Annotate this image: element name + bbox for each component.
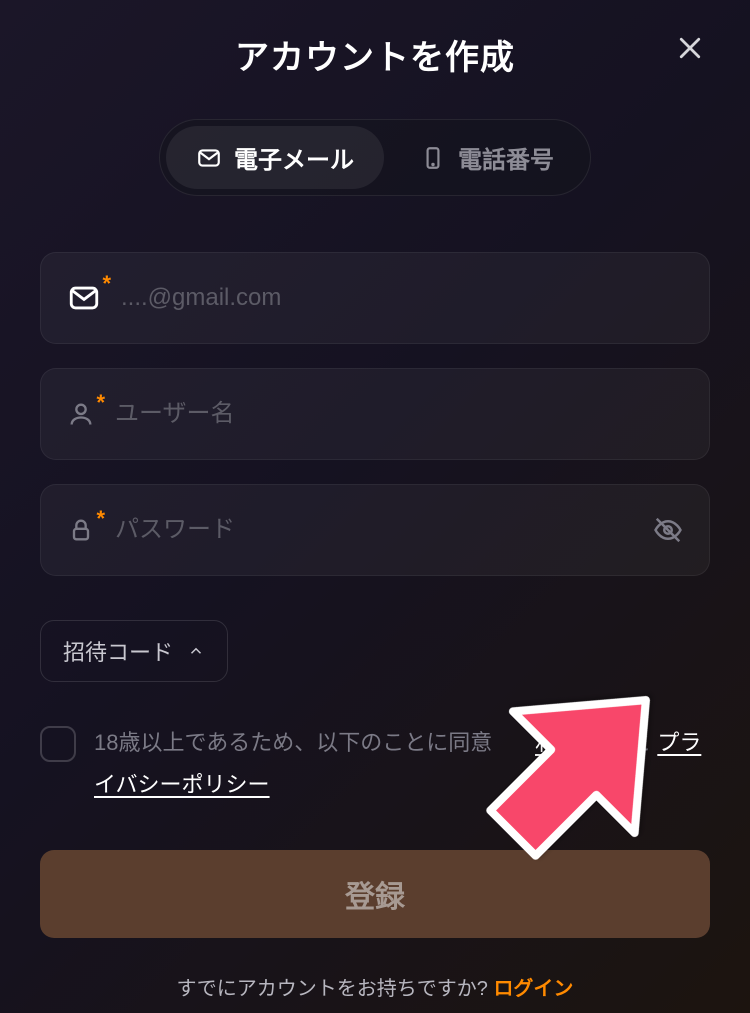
method-tabs: 電子メール 電話番号: [159, 119, 591, 196]
invite-code-label: 招待コード: [63, 635, 173, 667]
terms-link[interactable]: 利用規約: [535, 730, 623, 755]
required-asterisk: *: [96, 506, 105, 532]
tab-phone[interactable]: 電話番号: [390, 126, 584, 189]
email-input[interactable]: [121, 284, 683, 312]
footer-text: すでにアカウントをお持ちですか? ログイン: [40, 972, 710, 1001]
required-asterisk: *: [102, 271, 111, 297]
page-title: アカウントを作成: [235, 30, 515, 79]
consent-prefix: 18歳以上であるため、以下のことに同意: [94, 730, 492, 755]
footer-prompt: すでにアカウントをお持ちですか?: [177, 978, 494, 1000]
required-asterisk: *: [96, 390, 105, 416]
user-icon: [67, 400, 95, 428]
username-field-wrap[interactable]: *: [40, 368, 710, 460]
close-button[interactable]: [670, 28, 710, 68]
tab-phone-label: 電話番号: [458, 140, 554, 175]
consent-and: と: [623, 730, 657, 755]
toggle-password-visibility[interactable]: [653, 515, 683, 545]
consent-checkbox[interactable]: [40, 726, 76, 762]
mail-icon: [67, 281, 101, 315]
email-field-wrap[interactable]: *: [40, 252, 710, 344]
close-icon: [675, 33, 705, 63]
phone-icon: [420, 145, 446, 171]
lock-icon: [67, 516, 95, 544]
tab-email-label: 電子メール: [234, 140, 354, 175]
mail-icon: [196, 145, 222, 171]
chevron-up-icon: [187, 642, 205, 660]
password-input[interactable]: [115, 516, 653, 544]
invite-code-toggle[interactable]: 招待コード: [40, 620, 228, 682]
submit-button[interactable]: 登録: [40, 850, 710, 938]
tab-email[interactable]: 電子メール: [166, 126, 384, 189]
eye-off-icon: [653, 515, 683, 545]
password-field-wrap[interactable]: *: [40, 484, 710, 576]
consent-text: 18歳以上であるため、以下のことに同意 利用規約 と プライバシーポリシー: [94, 722, 710, 806]
login-link[interactable]: ログイン: [493, 978, 573, 1000]
username-input[interactable]: [115, 400, 683, 428]
